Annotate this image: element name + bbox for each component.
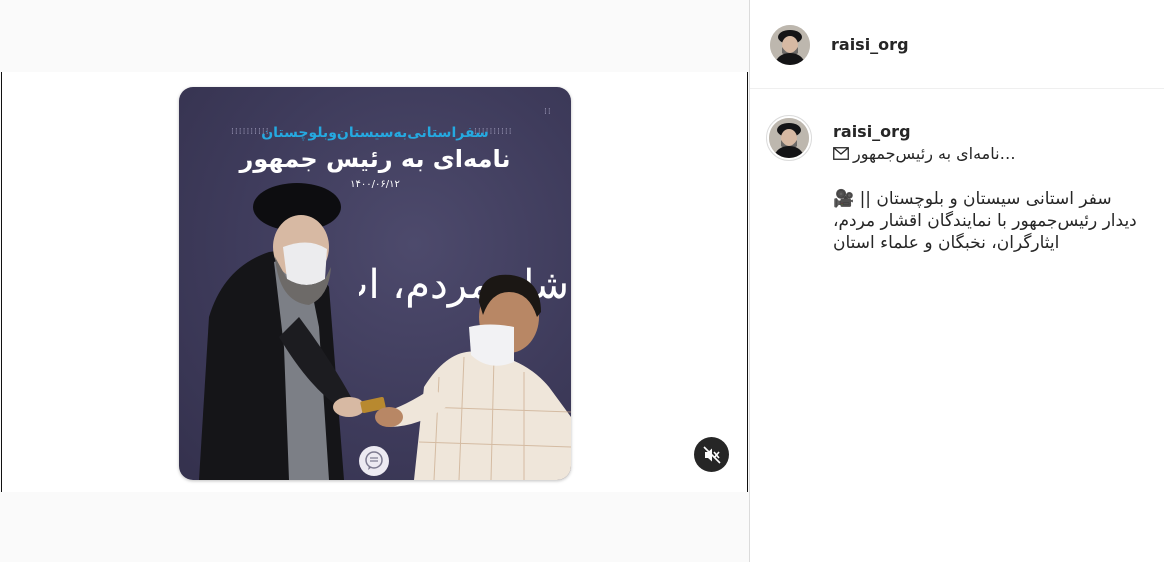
envelope-icon [833,147,849,160]
cleric-mask [283,242,327,285]
caption-avatar[interactable] [769,118,809,158]
header-username[interactable]: raisi_org [831,35,909,54]
caption-username[interactable]: raisi_org [833,122,911,141]
caption-heading: نامه‌ای به رئیس‌جمهور… [833,144,1016,163]
comment-bubble-icon[interactable] [359,446,389,476]
post-header [750,0,1164,89]
avatar[interactable] [770,25,810,65]
young-man-hand [375,407,403,427]
caption-line: سفر استانی سیستان و بلوچستان || 🎥 [833,189,1112,209]
cleric-hand [333,397,365,417]
caption-line: دیدار رئیس‌جمهور با نمایندگان اقشار مردم… [833,211,1137,231]
speaker-muted-icon [702,445,721,464]
post-image[interactable]: ⁞⁞⁞⁞⁞⁞⁞⁞⁞⁞ ⁞⁞⁞⁞⁞⁞⁞⁞⁞⁞ ⁞⁞ سفراستانی‌به‌سی… [179,87,571,480]
caption-line: ایثارگران، نخبگان و علماء استان [833,233,1060,253]
caption-body: سفر استانی سیستان و بلوچستان || 🎥 دیدار … [833,188,1143,254]
mute-toggle-button[interactable] [694,437,729,472]
photo-figures [199,183,571,480]
caption-heading-text: نامه‌ای به رئیس‌جمهور… [853,144,1016,163]
